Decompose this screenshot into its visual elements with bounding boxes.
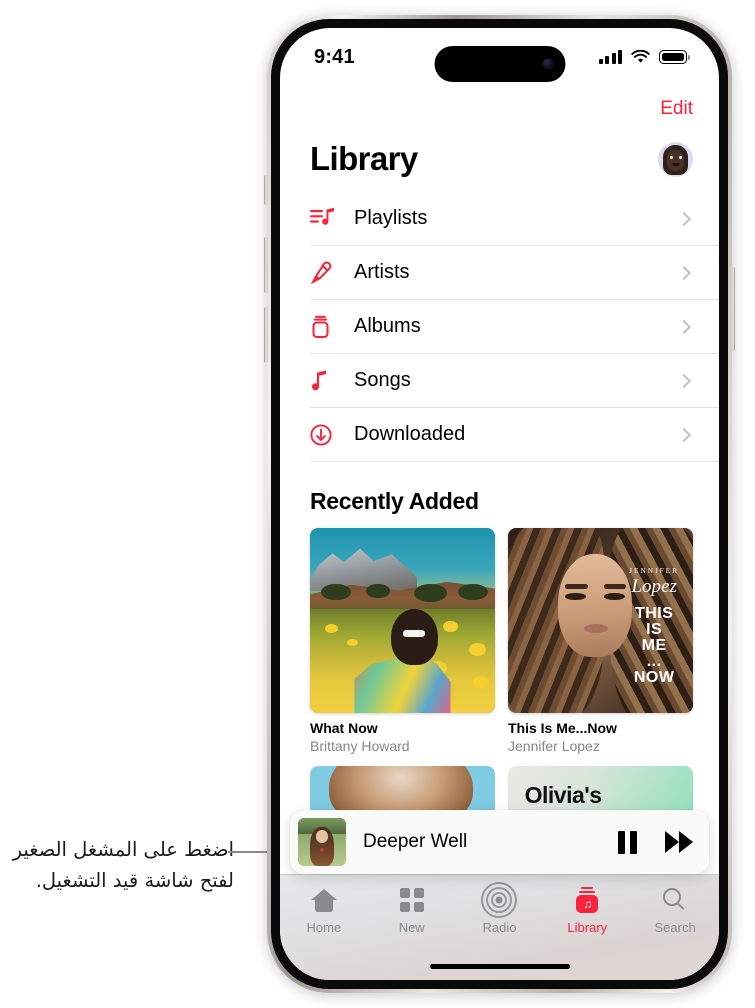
tab-label: Home [306,920,342,935]
grid-icon [399,887,424,913]
front-camera-icon [542,58,554,70]
sidebar-item-albums[interactable]: Albums [310,300,719,354]
chevron-right-icon [676,427,692,442]
status-time: 9:41 [314,45,355,68]
tab-new[interactable]: New [368,887,456,935]
album-artist: Brittany Howard [310,738,410,754]
page-title: Library [310,140,418,177]
sidebar-item-songs[interactable]: Songs [310,354,719,408]
home-icon [310,887,337,913]
sidebar-item-downloaded[interactable]: Downloaded [310,408,719,462]
album-art-artist-text: JENNIFER [629,566,680,575]
tab-label: Search [654,920,696,935]
album-card[interactable]: What Now Brittany Howard [310,528,495,754]
silent-switch[interactable] [264,175,268,205]
album-title: This Is Me...Now [508,720,617,736]
album-art-script-text: Lopez [631,576,677,598]
screenshot-root: اضغط على المشغل الصغير لفتح شاشة قيد الت… [0,0,755,1008]
radio-icon [481,882,518,918]
recently-added-grid: What Now Brittany Howard JENNIFER Lopez … [280,528,719,754]
library-icon: ♫ [575,887,599,913]
mini-player-artwork [298,818,346,866]
tab-label: Library [567,920,608,935]
album-artist: Jennifer Lopez [508,738,600,754]
album-title: What Now [310,720,378,736]
home-indicator[interactable] [429,964,570,969]
phone-bezel: 9:41 Edit Library Playlists Artists Albu… [271,19,728,989]
tab-label: New [398,920,425,935]
sidebar-item-label: Artists [354,261,410,283]
library-list: Playlists Artists Albums Songs Downloade… [280,192,719,462]
chevron-right-icon [676,319,692,334]
tab-home[interactable]: Home [280,887,368,935]
mini-player[interactable]: Deeper Well [290,810,709,874]
tab-label: Radio [482,920,517,935]
music-note-icon [310,369,354,393]
mini-player-track-title: Deeper Well [363,831,468,852]
fast-forward-icon[interactable] [665,831,693,853]
album-artwork-what-now[interactable] [310,528,495,713]
section-title-recently-added: Recently Added [310,488,479,514]
chevron-right-icon [676,211,692,226]
sidebar-item-label: Songs [354,369,411,391]
signal-bars-icon [598,50,622,64]
sidebar-item-label: Playlists [354,207,428,229]
pause-icon[interactable] [618,830,637,854]
sidebar-item-artists[interactable]: Artists [310,246,719,300]
power-button[interactable] [731,267,735,351]
album-art-text: Olivia's [524,781,602,808]
dynamic-island [434,46,565,82]
annotation-text: اضغط على المشغل الصغير لفتح شاشة قيد الت… [12,838,234,892]
edit-button[interactable]: Edit [660,98,693,120]
search-icon [663,887,687,913]
title-row: Library [280,132,719,186]
phone-screen: 9:41 Edit Library Playlists Artists Albu… [280,28,719,980]
sidebar-item-playlists[interactable]: Playlists [310,192,719,246]
wifi-icon [631,50,650,63]
status-indicators [598,50,690,64]
albums-icon [310,315,354,339]
chevron-right-icon [676,265,692,280]
avatar[interactable] [658,141,693,177]
sidebar-item-label: Albums [354,315,421,337]
tab-search[interactable]: Search [631,887,719,935]
chevron-right-icon [676,373,692,388]
battery-full-icon [659,50,690,64]
volume-up-button[interactable] [264,237,268,293]
tab-library[interactable]: ♫ Library [543,887,631,935]
album-art-title-text: THIS IS ME ... NOW [633,604,675,686]
album-artwork-this-is-me-now[interactable]: JENNIFER Lopez THIS IS ME ... NOW [508,528,693,713]
download-icon [310,423,354,447]
sidebar-item-label: Downloaded [354,423,466,445]
volume-down-button[interactable] [264,307,268,363]
edit-row: Edit [280,86,719,132]
microphone-icon [310,261,354,285]
album-card[interactable]: JENNIFER Lopez THIS IS ME ... NOW This I… [508,528,693,754]
iphone-frame: 9:41 Edit Library Playlists Artists Albu… [264,15,735,993]
mini-player-controls [618,830,693,854]
playlists-icon [310,207,354,231]
tab-radio[interactable]: Radio [456,882,544,935]
